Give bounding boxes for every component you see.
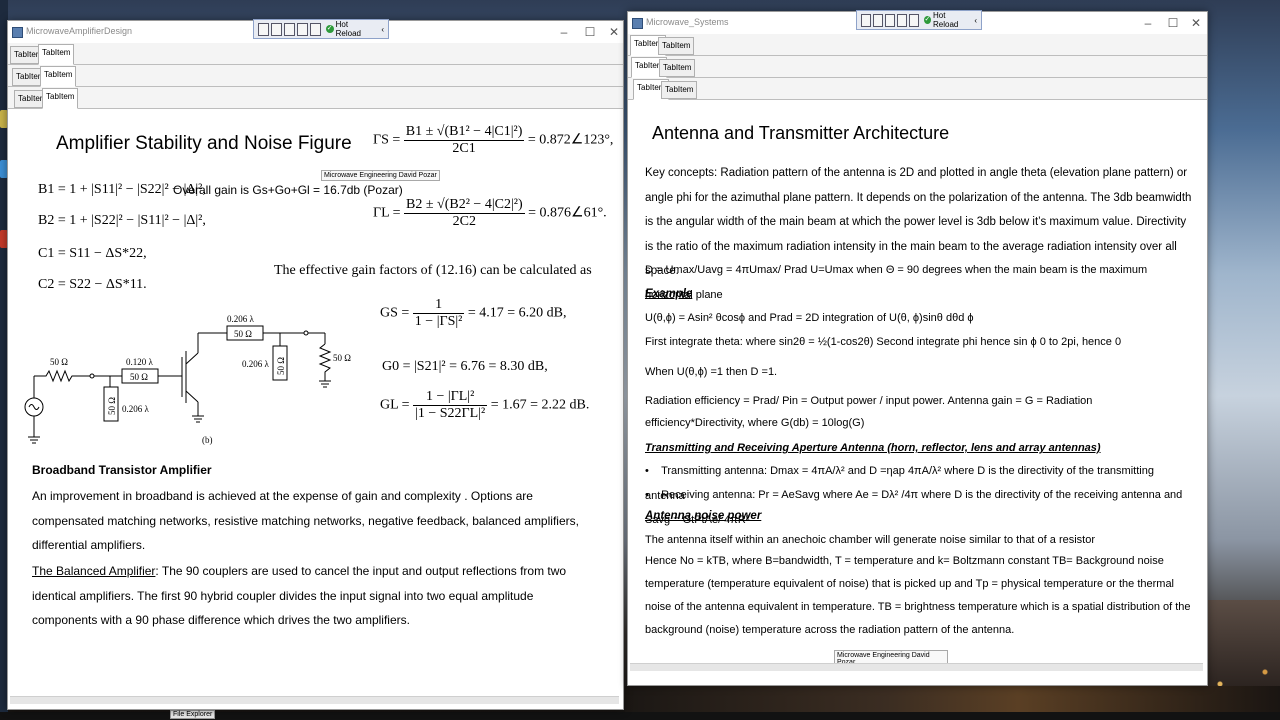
- eq-gl: GL = 1 − |ΓL|² |1 − S22ΓL|² = 1.67 = 2.22…: [380, 389, 590, 421]
- tab-row-2: TabItem TabItem: [8, 65, 623, 87]
- circuit-caption: (b): [202, 435, 213, 445]
- check-icon: ✓: [325, 25, 334, 33]
- track-focus-icon[interactable]: [884, 13, 895, 27]
- collapse-icon[interactable]: ‹: [381, 25, 384, 34]
- circuit-label: 0.206 λ: [242, 359, 270, 369]
- tab-item-selected[interactable]: TabItem: [42, 88, 79, 109]
- noise-heading: Antenna noise power: [645, 510, 762, 522]
- display-layout-icon[interactable]: [270, 22, 282, 36]
- tab-item[interactable]: TabItem: [659, 59, 696, 77]
- minimize-button[interactable]: –: [1138, 15, 1158, 31]
- broadband-paragraph: An improvement in broadband is achieved …: [32, 489, 579, 552]
- tab-item[interactable]: TabItem: [661, 81, 698, 99]
- right-titlebar: Microwave_Systems ✓ Hot Reload ‹ – ☐ ✕: [628, 10, 1207, 34]
- close-button[interactable]: ✕: [1186, 15, 1206, 31]
- eq-gs: GS = 11 − |ΓS|² = 4.17 = 6.20 dB,: [380, 297, 567, 329]
- window-title: MicrowaveAmplifierDesign: [26, 26, 133, 36]
- binding-failures-icon[interactable]: [908, 13, 919, 27]
- example-heading: Example: [645, 288, 693, 300]
- circuit-label: 0.206 λ: [122, 404, 150, 414]
- left-titlebar: MicrowaveAmplifierDesign ✓ Hot Reload ‹ –…: [8, 19, 624, 43]
- circuit-label: 50 Ω: [234, 329, 252, 339]
- broadband-heading: Broadband Transistor Amplifier: [32, 463, 212, 477]
- noise-line-1: The antenna itself within an anechoic ch…: [645, 534, 1096, 546]
- dev-toolbar[interactable]: ✓ Hot Reload ‹: [253, 19, 389, 39]
- select-element-icon[interactable]: [258, 22, 269, 36]
- circuit-label: 0.120 λ: [126, 357, 154, 367]
- tab-row-2: TabItem TabItem: [628, 56, 1207, 78]
- adorner-icon[interactable]: [296, 22, 308, 36]
- hot-reload-status[interactable]: ✓ Hot Reload: [325, 20, 376, 38]
- close-button[interactable]: ✕: [604, 24, 624, 40]
- tab-item-selected[interactable]: TabItem: [40, 66, 77, 87]
- hot-reload-status[interactable]: ✓ Hot Reload: [923, 11, 968, 29]
- eq-g0: G0 = |S21|² = 6.76 = 8.30 dB,: [382, 359, 548, 374]
- circuit-label: 50 Ω: [276, 357, 286, 375]
- tab-row-1: TabItem TabItem: [628, 34, 1207, 56]
- adorner-icon[interactable]: [896, 13, 907, 27]
- window-title: Microwave_Systems: [646, 17, 729, 27]
- binding-failures-icon[interactable]: [309, 22, 321, 36]
- eq-b2: B2 = 1 + |S22|² − |S11|² − |Δ|²,: [38, 213, 206, 228]
- gain-factors-text: The effective gain factors of (12.16) ca…: [274, 263, 592, 278]
- app-icon: [632, 18, 643, 29]
- app-icon: [12, 27, 23, 38]
- directivity-equation: D = Umax/Uavg = 4πUmax/ Prad U=Umax when…: [645, 264, 1148, 301]
- left-window: MicrowaveAmplifierDesign ✓ Hot Reload ‹ –…: [7, 19, 624, 710]
- tab-item[interactable]: TabItem: [658, 37, 695, 55]
- eq-c1: C1 = S11 − ΔS*22,: [38, 246, 147, 261]
- maximize-button[interactable]: ☐: [1163, 15, 1183, 31]
- minimize-button[interactable]: –: [554, 24, 574, 40]
- balanced-heading: The Balanced Amplifier: [32, 564, 156, 578]
- example-line-2: First integrate theta: where sin2θ = ½(1…: [645, 336, 1122, 348]
- circuit-label: 50 Ω: [50, 357, 68, 367]
- circuit-label: 50 Ω: [107, 397, 117, 415]
- maximize-button[interactable]: ☐: [580, 24, 600, 40]
- tab-item-selected[interactable]: TabItem: [38, 44, 75, 65]
- noise-paragraph: Hence No = kTB, where B=bandwidth, T = t…: [645, 555, 1191, 636]
- left-content: Amplifier Stability and Noise Figure Mic…: [10, 109, 619, 694]
- tab-row-3: TabItem TabItem: [8, 87, 623, 109]
- radiation-efficiency-text: Radiation efficiency = Prad/ Pin = Outpu…: [645, 395, 1093, 429]
- aperture-heading: Transmitting and Receiving Aperture Ante…: [645, 442, 1101, 454]
- track-focus-icon[interactable]: [283, 22, 295, 36]
- eq-c2: C2 = S22 − ΔS*11.: [38, 277, 147, 292]
- display-layout-icon[interactable]: [872, 13, 883, 27]
- eq-gamma-l: ΓL = B2 ± √(B2² − 4|C2|²) 2C2 = 0.876∠61°…: [373, 197, 607, 229]
- collapse-icon[interactable]: ‹: [974, 16, 977, 25]
- circuit-label: 0.206 λ: [227, 314, 255, 324]
- page-title: Antenna and Transmitter Architecture: [652, 123, 950, 143]
- horizontal-scrollbar[interactable]: [630, 663, 1203, 671]
- check-icon: ✓: [923, 16, 931, 24]
- horizontal-scrollbar[interactable]: [10, 696, 619, 704]
- select-element-icon[interactable]: [861, 13, 871, 27]
- right-window: Microwave_Systems ✓ Hot Reload ‹ – ☐ ✕ Ta…: [627, 10, 1208, 686]
- page-title: Amplifier Stability and Noise Figure: [56, 133, 352, 154]
- tab-row-3: TabItem TabItem: [628, 78, 1207, 100]
- circuit-label: 50 Ω: [333, 353, 351, 363]
- example-line-1: U(θ,ϕ) = Asin² θcosϕ and Prad = 2D integ…: [645, 312, 974, 324]
- tab-row-1: TabItem TabItem: [8, 43, 623, 65]
- dev-toolbar[interactable]: ✓ Hot Reload ‹: [856, 10, 982, 30]
- eq-gamma-s: ΓS = B1 ± √(B1² − 4|C1|²) 2C1 = 0.872∠123…: [373, 124, 614, 156]
- file-explorer-label[interactable]: File Explorer: [170, 710, 216, 719]
- right-content: Antenna and Transmitter Architecture Key…: [630, 100, 1203, 668]
- circuit-label: 50 Ω: [130, 372, 148, 382]
- balanced-paragraph: The Balanced Amplifier: The 90 couplers …: [32, 564, 567, 627]
- overall-gain-text: Overall gain is Gs+Go+Gl = 16.7db (Pozar…: [173, 183, 403, 197]
- example-line-3: When U(θ,ϕ) =1 then D =1.: [645, 366, 778, 378]
- amplifier-circuit-diagram: 50 Ω 0.120 λ 50 Ω 0.206 λ 50 Ω 0.206 λ 5…: [24, 314, 351, 445]
